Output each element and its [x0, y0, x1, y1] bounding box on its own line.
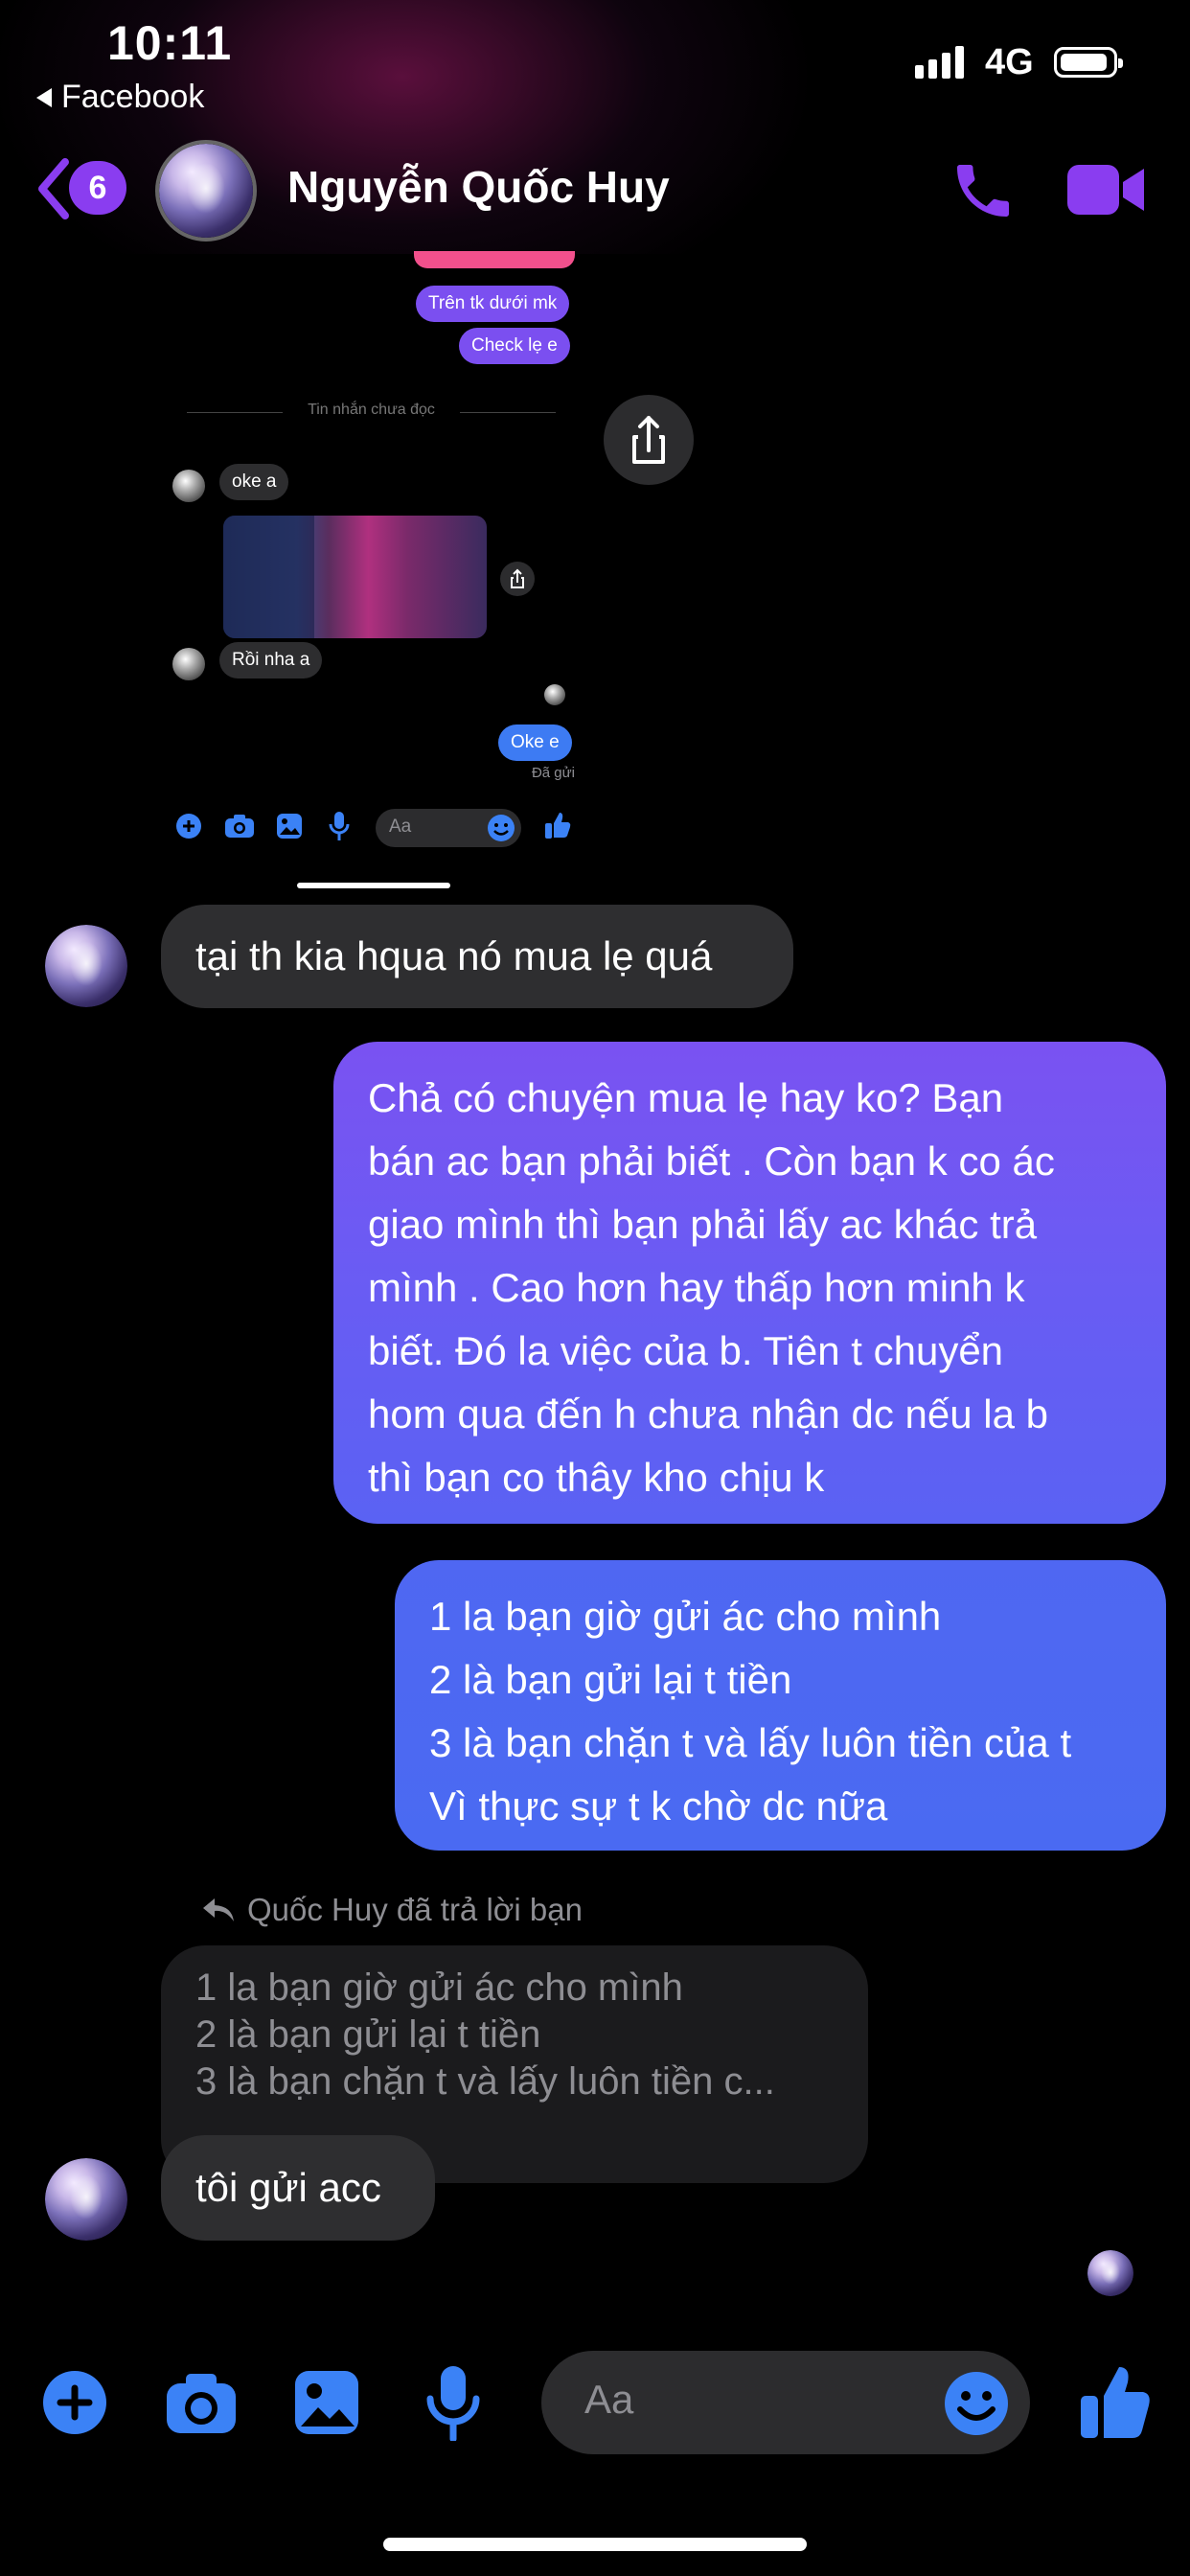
mini-sent-bubble: Check lẹ e [459, 328, 570, 364]
embedded-screenshot[interactable]: Trên tk dưới mk Check lẹ e Tin nhắn chưa… [0, 251, 1190, 893]
message-line: 1 la bạn giờ gửi ác cho mình [429, 1594, 942, 1639]
thumbs-up-icon[interactable] [1079, 2363, 1152, 2440]
mini-sent-status: Đã gửi [531, 765, 575, 781]
mini-seen-avatar [544, 684, 565, 705]
emoji-icon[interactable] [944, 2371, 1009, 2436]
pink-sticker-fragment [414, 251, 575, 268]
microphone-icon[interactable] [425, 2364, 481, 2441]
reply-arrow-icon [203, 1898, 234, 1921]
message-line: hom qua đến h chưa nhận dc nếu la b [368, 1392, 1048, 1437]
back-app-label: Facebook [61, 79, 205, 115]
mini-avatar [172, 648, 205, 680]
message-line: 2 là bạn gửi lại t tiền [429, 1657, 792, 1702]
status-time: 10:11 [107, 16, 233, 70]
message-line: biết. Đó la việc của b. Tiên t chuyển [368, 1328, 1004, 1373]
message-text: tôi gửi acc [195, 2165, 381, 2210]
mini-received-bubble: Rồi nha a [219, 642, 323, 678]
message-line: giao mình thì bạn phải lấy ac khác trả [368, 1202, 1038, 1247]
home-indicator [383, 2538, 807, 2551]
mini-gallery-icon [277, 814, 302, 839]
unread-count-badge: 6 [69, 161, 126, 215]
contact-avatar-small[interactable] [45, 2158, 127, 2241]
message-line: bán ac bạn phải biết . Còn bạn k co ác [368, 1138, 1055, 1184]
mini-image-panel [223, 516, 314, 638]
message-line: 3 là bạn chặn t và lấy luôn tiền của t [429, 1720, 1072, 1765]
mini-like-icon [545, 813, 571, 839]
message-line: thì bạn co thây kho chịu k [368, 1455, 825, 1500]
camera-icon[interactable] [165, 2372, 238, 2435]
gallery-icon[interactable] [293, 2369, 360, 2436]
mini-received-bubble: oke a [219, 464, 289, 500]
video-call-button[interactable] [1065, 161, 1147, 218]
divider-line [460, 412, 556, 413]
mini-message-placeholder: Aa [389, 816, 412, 837]
mini-sent-bubble: Oke e [498, 724, 572, 761]
sent-message-bubble[interactable]: 1 la bạn giờ gửi ác cho mình 2 là bạn gử… [395, 1560, 1166, 1851]
message-line: Chả có chuyện mua lẹ hay ko? Bạn [368, 1075, 1004, 1120]
share-icon [632, 416, 665, 464]
seen-receipt-avatar [1087, 2250, 1133, 2296]
reply-label-text: Quốc Huy đã trả lời bạn [247, 1892, 583, 1927]
sent-message-bubble[interactable]: Chả có chuyện mua lẹ hay ko? Bạn bán ac … [333, 1042, 1166, 1524]
back-triangle-icon [36, 87, 52, 107]
reply-indicator: Quốc Huy đã trả lời bạn [201, 1892, 583, 1928]
quote-line: 1 la bạn giờ gửi ác cho mình [195, 1966, 683, 2009]
message-line: mình . Cao hơn hay thấp hơn minh k [368, 1265, 1025, 1310]
mini-camera-icon [225, 815, 254, 838]
contact-avatar-small[interactable] [45, 925, 127, 1007]
received-message-bubble[interactable]: tôi gửi acc [161, 2135, 435, 2241]
mini-sent-bubble: Trên tk dưới mk [416, 286, 570, 322]
contact-avatar[interactable] [155, 140, 257, 242]
received-message-bubble[interactable]: tại th kia hqua nó mua lẹ quá [161, 905, 793, 1008]
phone-icon [957, 165, 1009, 217]
mini-avatar [172, 470, 205, 502]
cellular-signal-icon [915, 44, 964, 79]
mini-plus-icon [176, 814, 201, 839]
video-camera-icon [1067, 165, 1144, 215]
plus-icon[interactable] [41, 2369, 108, 2436]
message-input-placeholder: Aa [584, 2377, 634, 2422]
back-to-app-link[interactable]: Facebook [36, 79, 204, 116]
unread-divider-label: Tin nhắn chưa đọc [308, 402, 435, 418]
mini-game-screenshot-image [223, 516, 487, 638]
mini-home-indicator [297, 883, 450, 888]
message-text: tại th kia hqua nó mua lẹ quá [195, 933, 713, 978]
mini-emoji-icon [488, 815, 515, 841]
quote-line: 2 là bạn gửi lại t tiền [195, 2013, 541, 2056]
quote-line: 3 là bạn chặn t và lấy luôn tiền c... [195, 2060, 775, 2103]
divider-line [187, 412, 283, 413]
message-line: Vì thực sự t k chờ dc nữa [429, 1783, 888, 1828]
contact-name[interactable]: Nguyễn Quốc Huy [287, 161, 670, 213]
share-button[interactable] [604, 395, 694, 485]
mini-share-icon [500, 562, 535, 596]
battery-icon [1054, 47, 1123, 78]
voice-call-button[interactable] [949, 156, 1018, 225]
network-type: 4G [985, 42, 1034, 82]
mini-mic-icon [329, 812, 350, 840]
